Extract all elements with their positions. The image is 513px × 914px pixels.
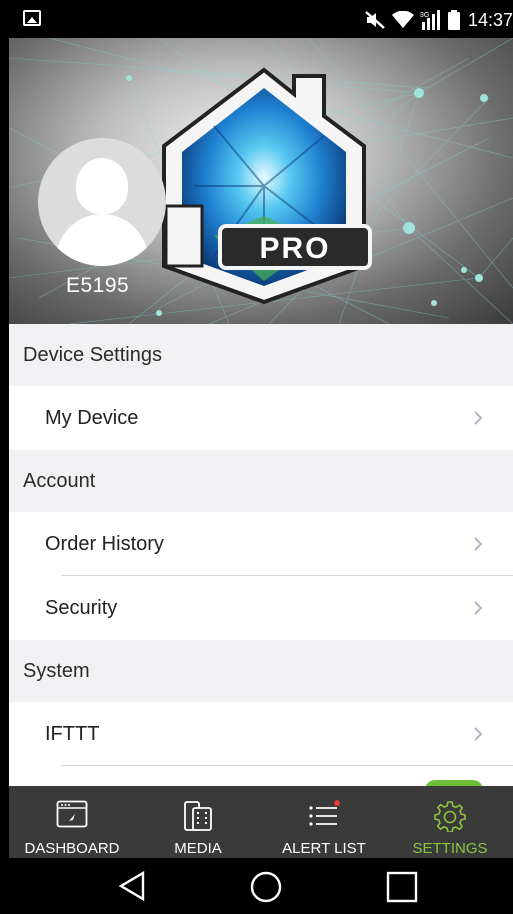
back-icon[interactable]	[117, 870, 147, 902]
avatar-body	[56, 214, 148, 266]
nav-settings-label: SETTINGS	[412, 840, 488, 857]
section-header-device-settings: Device Settings	[9, 324, 513, 386]
recents-icon[interactable]	[386, 871, 418, 903]
ifttt-label: IFTTT	[45, 722, 100, 745]
status-time: 14:37	[467, 9, 513, 30]
nav-media[interactable]: MEDIA	[135, 786, 261, 858]
avatar[interactable]	[38, 138, 166, 266]
avatar-head	[76, 158, 128, 214]
nav-dashboard-label: DASHBOARD	[24, 840, 120, 857]
media-icon	[184, 801, 212, 831]
chevron-right-icon	[474, 727, 483, 741]
logo-text: PRO	[259, 232, 330, 265]
my-device-label: My Device	[45, 406, 139, 429]
app-logo: PRO	[162, 67, 372, 305]
wifi-icon	[391, 11, 414, 28]
status-bar: 3G 14:37	[9, 0, 513, 38]
nav-media-label: MEDIA	[174, 840, 222, 857]
nav-settings[interactable]: SETTINGS	[387, 786, 513, 858]
profile-header: PRO E5195	[9, 38, 513, 324]
chevron-right-icon	[474, 601, 483, 615]
network-type-label: 3G	[420, 12, 429, 19]
chevron-right-icon	[474, 537, 483, 551]
order-history-row[interactable]: Order History	[9, 512, 513, 576]
section-header-system: System	[9, 640, 513, 702]
chevron-right-icon	[474, 411, 483, 425]
ifttt-row[interactable]: IFTTT	[9, 702, 513, 766]
system-navigation-bar	[9, 858, 513, 914]
bottom-nav: DASHBOARD MEDIA ALERT LIST SETTINGS	[9, 786, 513, 858]
my-device-row[interactable]: My Device	[9, 386, 513, 450]
nav-alert-list-label: ALERT LIST	[282, 840, 366, 857]
section-header-account: Account	[9, 450, 513, 512]
gallery-notification-icon	[23, 10, 41, 26]
security-row[interactable]: Security	[9, 576, 513, 640]
settings-screen: 3G 14:37 PRO E5195 Device Settings My De…	[9, 0, 513, 914]
status-icons: 3G 14:37	[364, 8, 513, 32]
nav-alert-list[interactable]: ALERT LIST	[261, 786, 387, 858]
dashboard-icon	[56, 800, 88, 828]
order-history-label: Order History	[45, 532, 164, 555]
nav-dashboard[interactable]: DASHBOARD	[9, 786, 135, 858]
home-icon[interactable]	[249, 870, 283, 904]
alert-list-icon	[309, 800, 340, 826]
gear-icon	[434, 801, 466, 832]
username: E5195	[66, 274, 130, 297]
security-label: Security	[45, 596, 118, 619]
battery-icon	[447, 10, 460, 30]
signal-icon: 3G	[420, 10, 440, 30]
mute-icon	[365, 11, 385, 29]
settings-list: Device Settings My Device Account Order …	[9, 324, 513, 766]
